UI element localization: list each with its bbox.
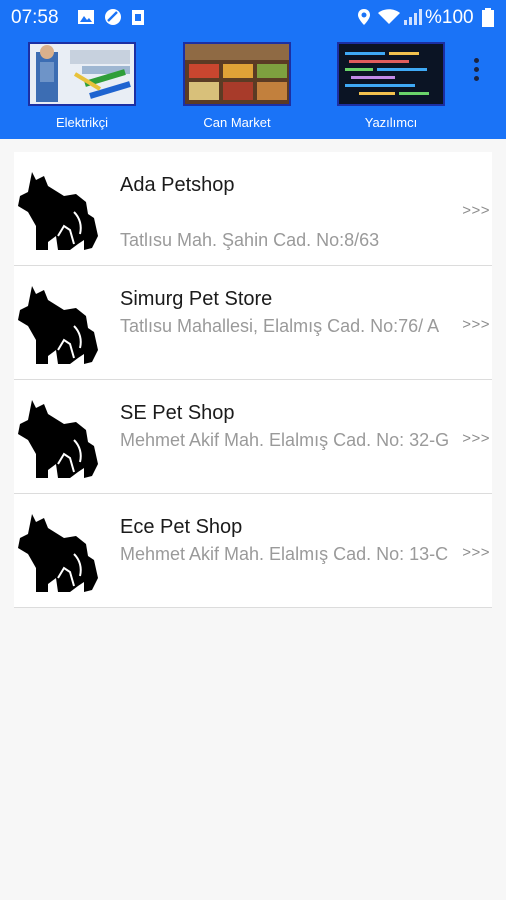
store-name: SE Pet Shop (120, 402, 235, 424)
blocked-icon (105, 9, 121, 25)
category-electrician[interactable]: Elektrikçi (26, 42, 138, 133)
chevron-right-icon[interactable]: >>> (462, 544, 490, 561)
signal-icon (404, 9, 422, 25)
gallery-icon (78, 10, 94, 24)
store-address: Tatlısu Mahallesi, Elalmış Cad. No:76/ A (120, 316, 440, 336)
store-name: Ada Petshop (120, 174, 235, 196)
category-label: Yazılımcı (364, 115, 418, 130)
market-thumbnail (183, 42, 291, 106)
sim-card-icon (132, 10, 144, 25)
store-list: Ada Petshop Tatlısu Mah. Şahin Cad. No:8… (14, 152, 492, 608)
store-name: Ece Pet Shop (120, 516, 243, 538)
pet-logo-icon (18, 286, 98, 364)
store-name: Simurg Pet Store (120, 288, 273, 310)
list-item[interactable]: Ada Petshop Tatlısu Mah. Şahin Cad. No:8… (14, 152, 492, 266)
store-address: Mehmet Akif Mah. Elalmış Cad. No: 32-G (120, 430, 450, 450)
category-label: Elektrikçi (55, 115, 108, 130)
pet-logo-icon (18, 400, 98, 478)
list-item[interactable]: Simurg Pet Store Tatlısu Mahallesi, Elal… (14, 266, 492, 380)
category-market[interactable]: Can Market (181, 42, 293, 133)
electrician-thumbnail (28, 42, 136, 106)
chevron-right-icon[interactable]: >>> (462, 202, 490, 219)
pet-logo-icon (18, 172, 98, 250)
status-bar: 07:58 %100 (0, 0, 506, 34)
list-item[interactable]: SE Pet Shop Mehmet Akif Mah. Elalmış Cad… (14, 380, 492, 494)
list-item[interactable]: Ece Pet Shop Mehmet Akif Mah. Elalmış Ca… (14, 494, 492, 608)
chevron-right-icon[interactable]: >>> (462, 316, 490, 333)
top-bar: 07:58 %100 Elektrikçi Can Market Yazılım… (0, 0, 506, 139)
wifi-icon (378, 9, 400, 24)
chevron-right-icon[interactable]: >>> (462, 430, 490, 447)
store-address: Tatlısu Mah. Şahin Cad. No:8/63 (120, 230, 380, 250)
store-address: Mehmet Akif Mah. Elalmış Cad. No: 13-C (120, 544, 449, 564)
location-icon (358, 9, 370, 25)
category-label: Can Market (203, 115, 271, 130)
status-time: 07:58 (11, 7, 59, 28)
pet-logo-icon (18, 514, 98, 592)
battery-icon (482, 8, 494, 27)
overflow-menu-icon[interactable] (468, 58, 484, 88)
category-software[interactable]: Yazılımcı (335, 42, 447, 133)
software-thumbnail (337, 42, 445, 106)
battery-percentage: %100 (425, 7, 474, 28)
